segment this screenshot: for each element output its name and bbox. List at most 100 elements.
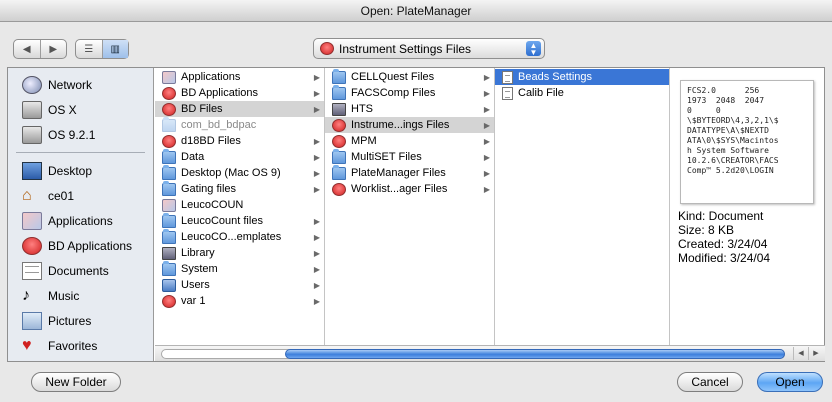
sidebar-item-label: Applications xyxy=(48,213,113,228)
sidebar-item-home[interactable]: ⌂ ce01 xyxy=(8,183,153,208)
bd-folder-icon xyxy=(332,182,346,196)
music-icon: ♪ xyxy=(22,286,30,304)
file-list-item[interactable]: FACSComp Files ▶ xyxy=(325,84,494,101)
file-list-item[interactable]: Applications ▶ xyxy=(155,69,324,85)
file-list-item[interactable]: Calib File xyxy=(495,85,669,101)
bd-folder-icon xyxy=(162,86,176,100)
file-list-item[interactable]: var 1 ▶ xyxy=(155,293,324,309)
file-list-item[interactable]: CELLQuest Files ▶ xyxy=(325,68,494,85)
sidebar-item-label: Music xyxy=(48,288,80,303)
application-icon xyxy=(162,70,176,84)
file-list-item[interactable]: Library ▶ xyxy=(155,245,324,261)
preview-text-line: FCS2.0 256 xyxy=(687,86,760,95)
file-list-item-label: Data xyxy=(181,151,205,163)
file-list-item[interactable]: Instrume...ings Files ▶ xyxy=(325,117,494,133)
file-list-item-label: CELLQuest Files xyxy=(351,71,435,83)
sidebar-item-os-x[interactable]: OS X xyxy=(8,97,153,122)
disclosure-arrow-icon: ▶ xyxy=(313,184,320,194)
file-list-item[interactable]: MPM ▶ xyxy=(325,133,494,149)
sidebar-item-os-9[interactable]: OS 9.2.1 xyxy=(8,122,153,147)
file-list-item[interactable]: System ▶ xyxy=(155,260,324,277)
folder-icon xyxy=(332,164,346,180)
file-list-item[interactable]: d18BD Files ▶ xyxy=(155,133,324,149)
sidebar-item-label: OS X xyxy=(48,102,77,117)
disclosure-arrow-icon: ▶ xyxy=(313,232,320,242)
file-list-item[interactable]: BD Applications ▶ xyxy=(155,85,324,101)
sidebar-item-label: Documents xyxy=(48,263,109,278)
favorites-icon: ♥ xyxy=(22,336,32,354)
file-list-item[interactable]: Gating files ▶ xyxy=(155,180,324,197)
bd-folder-icon xyxy=(332,118,346,132)
disclosure-arrow-icon: ▶ xyxy=(483,152,490,162)
preview-text-line: ATA\0\$SYS\Macintos xyxy=(687,136,779,145)
scroll-right-icon[interactable]: ▶ xyxy=(808,347,823,360)
disclosure-arrow-icon: ▶ xyxy=(313,280,320,290)
file-list-item-label: FACSComp Files xyxy=(351,87,436,99)
scroll-thumb[interactable] xyxy=(285,349,785,359)
sidebar-item-desktop[interactable]: Desktop xyxy=(8,158,153,183)
sidebar-divider xyxy=(16,152,145,153)
file-list-item-label: var 1 xyxy=(181,295,206,307)
column-view-icon[interactable]: ▥ xyxy=(101,40,128,58)
window-title: Open: PlateManager xyxy=(0,0,832,22)
location-popup-label: Instrument Settings Files xyxy=(339,41,472,56)
sidebar-item-applications[interactable]: Applications xyxy=(8,208,153,233)
home-icon: ⌂ xyxy=(22,186,32,204)
file-list-item[interactable]: Desktop (Mac OS 9) ▶ xyxy=(155,164,324,181)
file-list-item-label: Library xyxy=(181,247,215,259)
file-list-item-label: Beads Settings xyxy=(518,71,592,83)
library-folder-icon xyxy=(332,102,346,116)
new-folder-button[interactable]: New Folder xyxy=(31,372,121,392)
disclosure-arrow-icon: ▶ xyxy=(483,88,490,98)
file-kind: Kind: Document xyxy=(678,209,764,223)
file-list-item[interactable]: HTS ▶ xyxy=(325,101,494,117)
sidebar-item-network[interactable]: Network xyxy=(8,72,153,97)
sidebar-item-bd-applications[interactable]: BD Applications xyxy=(8,233,153,258)
sidebar-item-favorites[interactable]: ♥ Favorites xyxy=(8,333,153,358)
file-list-item[interactable]: MultiSET Files ▶ xyxy=(325,148,494,165)
sidebar-item-pictures[interactable]: Pictures xyxy=(8,308,153,333)
disclosure-arrow-icon: ▶ xyxy=(313,136,320,146)
disclosure-arrow-icon: ▶ xyxy=(313,216,320,226)
horizontal-scrollbar[interactable]: ◀ ▶ xyxy=(155,345,825,361)
disclosure-arrow-icon: ▶ xyxy=(313,104,320,114)
file-list-item[interactable]: com_bd_bdpac xyxy=(155,116,324,133)
preview-text-line: 0 0 xyxy=(687,106,721,115)
file-list-item[interactable]: PlateManager Files ▶ xyxy=(325,164,494,181)
file-list-item[interactable]: LeucoCount files ▶ xyxy=(155,212,324,229)
list-view-icon[interactable]: ☰ xyxy=(76,40,102,58)
file-list-item[interactable]: LeucoCO...emplates ▶ xyxy=(155,228,324,245)
disclosure-arrow-icon: ▶ xyxy=(483,72,490,82)
file-list-item[interactable]: LeucoCOUN xyxy=(155,197,324,213)
preview-text-line: 1973 2048 2047 xyxy=(687,96,765,105)
document-icon xyxy=(502,70,513,84)
file-list-item[interactable]: Users ▶ xyxy=(155,277,324,293)
back-arrow-icon[interactable]: ◀ xyxy=(14,40,40,58)
file-list-item-label: Gating files xyxy=(181,183,237,195)
pictures-icon xyxy=(22,311,42,330)
sidebar-item-label: Favorites xyxy=(48,338,98,353)
disclosure-arrow-icon: ▶ xyxy=(483,168,490,178)
file-created: Created: 3/24/04 xyxy=(678,237,768,251)
open-button[interactable]: Open xyxy=(757,372,823,392)
file-list-item[interactable]: BD Files ▶ xyxy=(155,101,324,117)
preview-pane: FCS2.0 256 1973 2048 2047 0 0 \$BYTEORD\4,3… xyxy=(670,68,826,345)
file-list-item[interactable]: Beads Settings xyxy=(495,69,669,85)
disclosure-arrow-icon: ▶ xyxy=(313,248,320,258)
file-list-item[interactable]: Data ▶ xyxy=(155,148,324,165)
open-dialog: Open: PlateManager ◀ ▶ ☰ ▥ Instrument Se… xyxy=(0,0,832,402)
preview-text-line: h System Software xyxy=(687,146,769,155)
back-forward-control: ◀ ▶ xyxy=(13,39,67,59)
file-list-item-label: LeucoCO...emplates xyxy=(181,231,282,243)
browser-column-1: Applications ▶ BD Applications ▶ BD Files ▶ co… xyxy=(155,68,325,345)
location-popup[interactable]: Instrument Settings Files ▲ ▼ xyxy=(313,38,545,59)
view-mode-control: ☰ ▥ xyxy=(75,39,129,59)
file-list-item-label: LeucoCOUN xyxy=(181,199,244,211)
scroll-left-icon[interactable]: ◀ xyxy=(793,347,808,360)
sidebar-item-documents[interactable]: Documents xyxy=(8,258,153,283)
forward-arrow-icon[interactable]: ▶ xyxy=(39,40,67,58)
disclosure-arrow-icon: ▶ xyxy=(313,168,320,178)
sidebar-item-music[interactable]: ♪ Music xyxy=(8,283,153,308)
file-list-item[interactable]: Worklist...ager Files ▶ xyxy=(325,181,494,197)
cancel-button[interactable]: Cancel xyxy=(677,372,743,392)
